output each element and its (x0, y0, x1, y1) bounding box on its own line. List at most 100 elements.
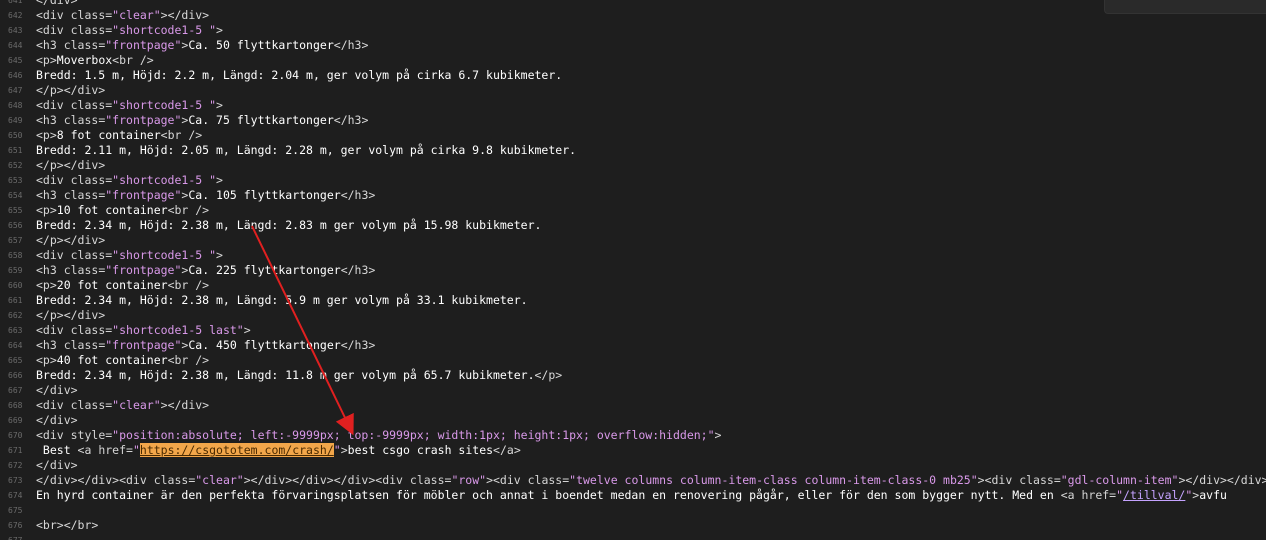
code-line[interactable]: 662 </p></div> (0, 308, 1266, 323)
code-line[interactable]: 672 </div> (0, 458, 1266, 473)
code-token: <p> (36, 353, 57, 367)
code-token: <div (36, 248, 71, 262)
code-token: </h3> (333, 38, 369, 52)
code-token: "frontpage" (105, 188, 182, 202)
code-line[interactable]: 667 </div> (0, 383, 1266, 398)
code-token: "shortcode1-5 last" (112, 323, 244, 337)
code-line[interactable]: 673 </div></div><div class="clear"></div>… (0, 473, 1266, 488)
code-line[interactable]: 647 </p></div> (0, 83, 1266, 98)
code-token: avfu (1199, 488, 1227, 502)
code-text: </div> (36, 413, 78, 428)
code-token: class= (63, 113, 106, 127)
code-token: Ca. 225 flyttkartonger (188, 263, 341, 277)
code-editor[interactable]: 641 </div> 642 <div class="clear"></div> 643… (0, 0, 1266, 540)
code-line[interactable]: 651 Bredd: 2.11 m, Höjd: 2.05 m, Längd: 2… (0, 143, 1266, 158)
code-token: class= (63, 263, 106, 277)
code-token: class= (63, 188, 106, 202)
line-number: 644 (8, 41, 23, 50)
line-number: 665 (8, 356, 23, 365)
code-line[interactable]: 655 <p>10 fot container<br /> (0, 203, 1266, 218)
code-token: class= (70, 173, 113, 187)
code-line[interactable]: 669 </div> (0, 413, 1266, 428)
code-text: <p>8 fot container<br /> (36, 128, 202, 143)
code-line[interactable]: 663 <div class="shortcode1-5 last"> (0, 323, 1266, 338)
code-token: > (216, 23, 223, 37)
highlighted-url[interactable]: https://csgototem.com/crash/ (139, 443, 334, 457)
code-token: "gdl-column-item" (1060, 473, 1179, 487)
code-line[interactable]: 644 <h3 class="frontpage">Ca. 50 flyttkar… (0, 38, 1266, 53)
line-number: 652 (8, 161, 23, 170)
code-token: <br></br> (36, 518, 99, 532)
code-line[interactable]: 664 <h3 class="frontpage">Ca. 450 flyttka… (0, 338, 1266, 353)
code-text: </p></div> (36, 83, 105, 98)
code-token: "shortcode1-5 " (112, 173, 217, 187)
code-token: class= (409, 473, 452, 487)
code-token: href= (98, 443, 133, 457)
code-line[interactable]: 661 Bredd: 2.34 m, Höjd: 2.38 m, Längd: 5… (0, 293, 1266, 308)
code-token: ><div (486, 473, 528, 487)
code-token: </h3> (333, 113, 369, 127)
code-line[interactable]: 649 <h3 class="frontpage">Ca. 75 flyttkar… (0, 113, 1266, 128)
code-line[interactable]: 657 </p></div> (0, 233, 1266, 248)
code-token: "row" (451, 473, 487, 487)
code-line[interactable]: 648 <div class="shortcode1-5 "> (0, 98, 1266, 113)
code-text: Bredd: 1.5 m, Höjd: 2.2 m, Längd: 2.04 m… (36, 68, 562, 83)
code-token: ></div> (160, 8, 210, 22)
code-token: "frontpage" (105, 263, 182, 277)
code-token: Ca. 50 flyttkartonger (188, 38, 334, 52)
code-text: <p>10 fot container<br /> (36, 203, 209, 218)
code-line[interactable]: 675 (0, 503, 1266, 518)
code-token: "position:absolute; left:-9999px; top:-9… (112, 428, 715, 442)
code-token: <a (1060, 488, 1082, 502)
code-line[interactable]: 642 <div class="clear"></div> (0, 8, 1266, 23)
code-line[interactable]: 659 <h3 class="frontpage">Ca. 225 flyttka… (0, 263, 1266, 278)
code-line[interactable]: 674 En hyrd container är den perfekta för… (0, 488, 1266, 503)
code-token: <h3 (36, 38, 64, 52)
code-line[interactable]: 677 (0, 533, 1266, 540)
code-token: class= (527, 473, 570, 487)
code-token: href= (1081, 488, 1117, 502)
code-line[interactable]: 658 <div class="shortcode1-5 "> (0, 248, 1266, 263)
code-token: <br /> (167, 278, 210, 292)
line-number: 667 (8, 386, 23, 395)
code-line[interactable]: 668 <div class="clear"></div> (0, 398, 1266, 413)
code-token: class= (70, 8, 113, 22)
code-line[interactable]: 643 <div class="shortcode1-5 "> (0, 23, 1266, 38)
code-token: <h3 (36, 263, 64, 277)
code-line[interactable]: 641 </div> (0, 0, 1266, 8)
code-text: </p></div> (36, 233, 105, 248)
code-token: <h3 (36, 338, 64, 352)
code-token: class= (1019, 473, 1061, 487)
code-text: <h3 class="frontpage">Ca. 225 flyttkarto… (36, 263, 375, 278)
code-text: <p>40 fot container<br /> (36, 353, 209, 368)
code-line[interactable]: 650 <p>8 fot container<br /> (0, 128, 1266, 143)
code-line[interactable]: 653 <div class="shortcode1-5 "> (0, 173, 1266, 188)
code-token: <br /> (160, 128, 203, 142)
code-line[interactable]: 671 Best <a href="https://csgototem.com/… (0, 443, 1266, 458)
code-text: <div class="shortcode1-5 last"> (36, 323, 251, 338)
code-line[interactable]: 656 Bredd: 2.34 m, Höjd: 2.38 m, Längd: 2… (0, 218, 1266, 233)
code-token: <h3 (36, 188, 64, 202)
code-line[interactable]: 645 <p>Moverbox<br /> (0, 53, 1266, 68)
line-number: 657 (8, 236, 23, 245)
link-text[interactable]: /tillval/ (1123, 488, 1185, 502)
code-line[interactable]: 652 </p></div> (0, 158, 1266, 173)
code-text: <div class="shortcode1-5 "> (36, 23, 223, 38)
code-token: </p></div> (36, 83, 106, 97)
code-token: "twelve columns column-item-class column… (569, 473, 978, 487)
line-number: 671 (8, 446, 23, 455)
code-token: <p> (36, 53, 57, 67)
code-line[interactable]: 646 Bredd: 1.5 m, Höjd: 2.2 m, Längd: 2.0… (0, 68, 1266, 83)
code-line[interactable]: 654 <h3 class="frontpage">Ca. 105 flyttka… (0, 188, 1266, 203)
code-token: </div> (36, 0, 78, 7)
code-line[interactable]: 670 <div style="position:absolute; left:-… (0, 428, 1266, 443)
line-number: 664 (8, 341, 23, 350)
code-line[interactable]: 660 <p>20 fot container<br /> (0, 278, 1266, 293)
code-token: " (333, 443, 341, 457)
code-line[interactable]: 666 Bredd: 2.34 m, Höjd: 2.38 m, Längd: 1… (0, 368, 1266, 383)
code-text: <div style="position:absolute; left:-999… (36, 428, 721, 443)
code-token: <div (36, 173, 71, 187)
code-line[interactable]: 665 <p>40 fot container<br /> (0, 353, 1266, 368)
code-line[interactable]: 676 <br></br> (0, 518, 1266, 533)
line-number: 647 (8, 86, 23, 95)
